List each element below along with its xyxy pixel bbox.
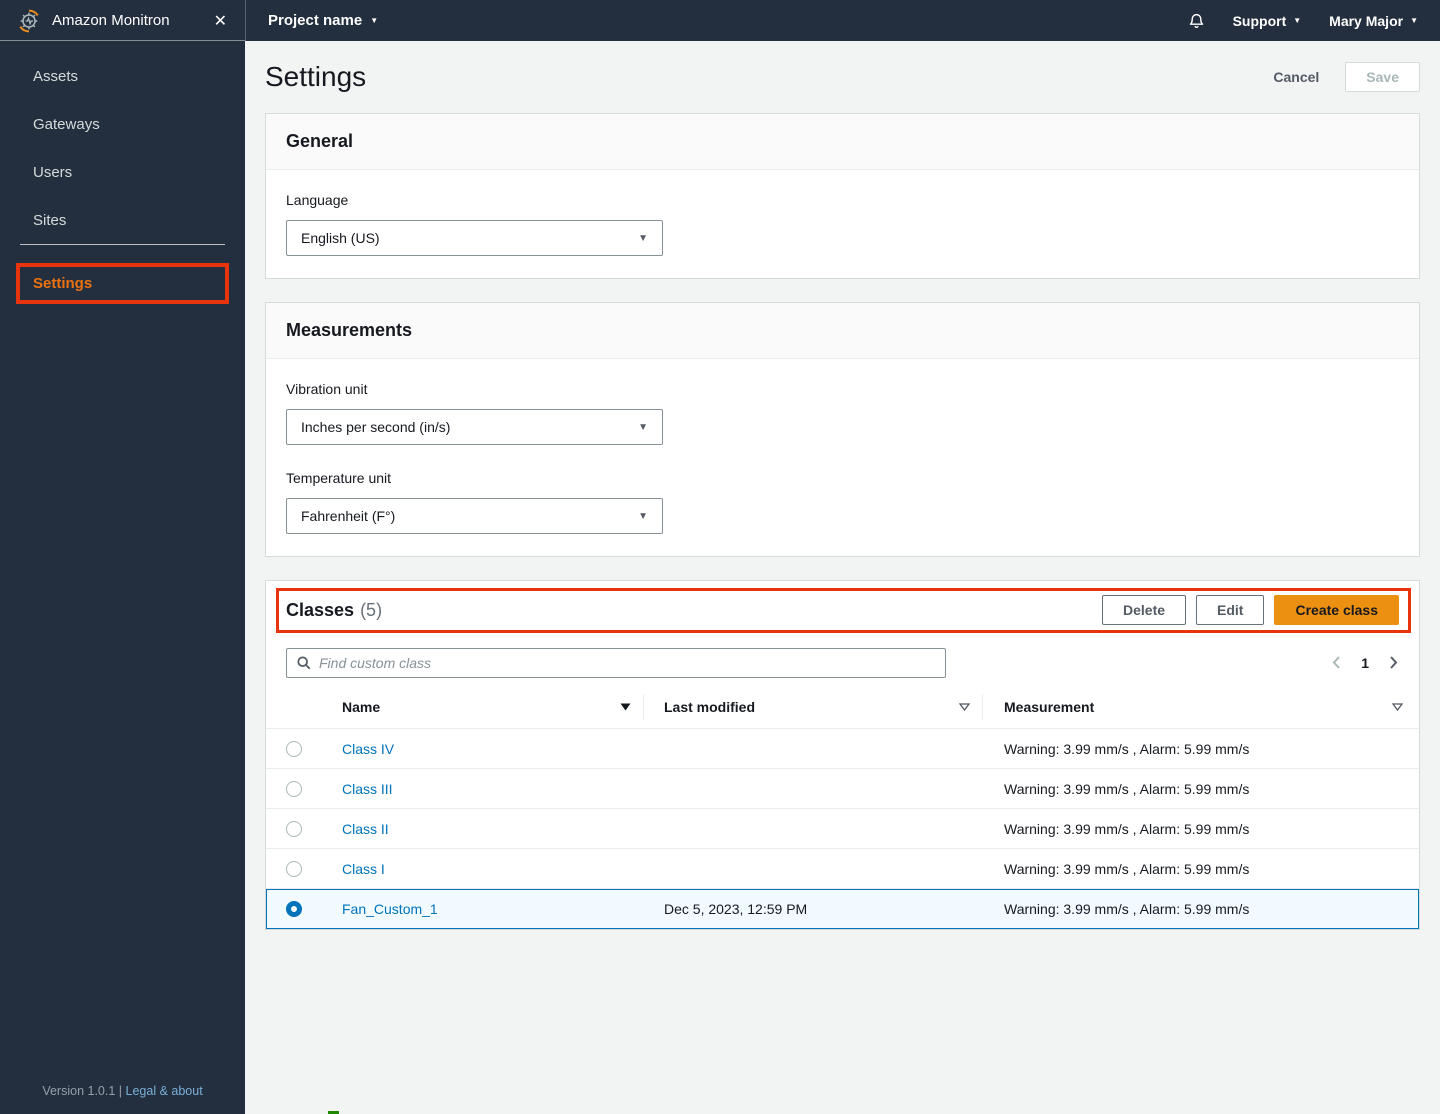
- chevron-down-icon: ▼: [1410, 15, 1418, 25]
- classes-table-body: Class IV Warning: 3.99 mm/s , Alarm: 5.9…: [266, 729, 1419, 929]
- user-menu[interactable]: Mary Major ▼: [1329, 13, 1418, 29]
- row-radio[interactable]: [285, 820, 302, 837]
- previous-page-icon[interactable]: [1331, 655, 1341, 670]
- row-measurement: Warning: 3.99 mm/s , Alarm: 5.99 mm/s: [1004, 820, 1250, 837]
- chevron-down-icon: ▼: [638, 510, 648, 522]
- table-row[interactable]: Class II Warning: 3.99 mm/s , Alarm: 5.9…: [266, 809, 1419, 849]
- class-search-field[interactable]: [286, 647, 946, 678]
- notifications-bell-icon[interactable]: [1188, 12, 1205, 30]
- temperature-unit-select[interactable]: Fahrenheit (F°) ▼: [286, 498, 663, 534]
- sidebar-item-gateways[interactable]: Gateways: [0, 100, 245, 148]
- classes-section: Classes (5) Delete Edit Create class Fin…: [265, 580, 1420, 930]
- table-row[interactable]: Fan_Custom_1 Dec 5, 2023, 12:59 PM Warni…: [266, 889, 1419, 929]
- table-row[interactable]: Class IV Warning: 3.99 mm/s , Alarm: 5.9…: [266, 729, 1419, 769]
- sidebar-item-label: Settings: [33, 275, 93, 292]
- next-page-icon[interactable]: [1389, 655, 1399, 670]
- sidebar-item-assets[interactable]: Assets: [0, 52, 245, 100]
- sidebar-item-label: Sites: [33, 211, 67, 229]
- amazon-monitron-logo-icon: [16, 8, 42, 34]
- sortable-icon: [959, 703, 970, 711]
- project-name-label: Project name: [268, 12, 363, 29]
- row-measurement: Warning: 3.99 mm/s , Alarm: 5.99 mm/s: [1004, 860, 1250, 877]
- temperature-unit-value: Fahrenheit (F°): [301, 508, 396, 524]
- sidebar-item-users[interactable]: Users: [0, 148, 245, 196]
- vibration-unit-select[interactable]: Inches per second (in/s) ▼: [286, 409, 663, 445]
- class-name-link[interactable]: Class II: [342, 821, 389, 837]
- measurements-section: Measurements Vibration unit Inches per s…: [265, 302, 1420, 557]
- row-measurement: Warning: 3.99 mm/s , Alarm: 5.99 mm/s: [1004, 740, 1250, 757]
- sidebar-footer: Version 1.0.1 | Legal & about: [42, 1084, 203, 1098]
- cancel-button[interactable]: Cancel: [1273, 69, 1319, 85]
- language-select-value: English (US): [301, 230, 380, 246]
- class-name-link[interactable]: Class I: [342, 861, 385, 877]
- row-measurement: Warning: 3.99 mm/s , Alarm: 5.99 mm/s: [1004, 901, 1250, 917]
- class-name-link[interactable]: Class III: [342, 781, 393, 797]
- support-menu[interactable]: Support ▼: [1233, 13, 1302, 29]
- classes-count-badge: (5): [360, 599, 383, 620]
- page-title: Settings: [265, 61, 367, 92]
- column-header-measurement[interactable]: Measurement: [983, 695, 1419, 719]
- language-label: Language: [286, 192, 349, 208]
- column-label: Last modified: [664, 699, 756, 715]
- create-class-button[interactable]: Create class: [1274, 595, 1399, 625]
- app-title: Amazon Monitron: [52, 12, 170, 29]
- sort-descending-icon: [620, 703, 631, 711]
- row-last-modified: Dec 5, 2023, 12:59 PM: [664, 901, 808, 917]
- column-header-last-modified[interactable]: Last modified: [644, 694, 983, 720]
- topbar-main: Project name ▼ Support ▼ Mary Major ▼: [245, 0, 1440, 41]
- temperature-unit-label: Temperature unit: [286, 470, 392, 486]
- table-header-row: Name Last modified Measurement: [266, 686, 1419, 729]
- measurements-section-title: Measurements: [286, 320, 413, 340]
- column-label: Measurement: [1004, 699, 1095, 715]
- table-row[interactable]: Class III Warning: 3.99 mm/s , Alarm: 5.…: [266, 769, 1419, 809]
- vibration-unit-label: Vibration unit: [286, 381, 368, 397]
- column-label: Name: [342, 699, 381, 715]
- vibration-unit-value: Inches per second (in/s): [301, 419, 451, 435]
- row-radio[interactable]: [285, 740, 302, 757]
- save-button[interactable]: Save: [1345, 62, 1420, 92]
- sidebar-divider: [20, 244, 225, 245]
- row-radio[interactable]: [285, 901, 302, 917]
- sidebar-header: Amazon Monitron ✕: [0, 0, 245, 41]
- classes-section-title: Classes: [286, 599, 355, 620]
- sidebar-item-sites[interactable]: Sites: [0, 196, 245, 244]
- main-content: Settings Cancel Save General Language En…: [245, 41, 1440, 1114]
- page-number[interactable]: 1: [1361, 655, 1369, 671]
- chevron-down-icon: ▼: [370, 15, 379, 25]
- row-measurement: Warning: 3.99 mm/s , Alarm: 5.99 mm/s: [1004, 780, 1250, 797]
- general-section: General Language English (US) ▼: [265, 113, 1420, 279]
- project-name-menu[interactable]: Project name ▼: [268, 12, 378, 29]
- row-radio[interactable]: [285, 860, 302, 877]
- chevron-down-icon: ▼: [638, 421, 648, 433]
- close-sidebar-icon[interactable]: ✕: [210, 11, 231, 31]
- sidebar-item-label: Users: [33, 163, 73, 181]
- sidebar-item-settings-active-annotated[interactable]: Settings: [16, 263, 229, 304]
- support-label: Support: [1232, 12, 1287, 29]
- class-name-link[interactable]: Fan_Custom_1: [342, 901, 438, 917]
- chevron-down-icon: ▼: [1293, 15, 1302, 25]
- search-icon: [297, 655, 311, 670]
- pagination: 1: [1331, 655, 1399, 671]
- legal-about-link[interactable]: Legal & about: [126, 1084, 203, 1098]
- column-header-name[interactable]: Name: [321, 694, 644, 720]
- language-select[interactable]: English (US) ▼: [286, 220, 663, 256]
- version-label: Version 1.0.1: [42, 1084, 116, 1098]
- general-section-title: General: [286, 131, 354, 151]
- class-name-link[interactable]: Class IV: [342, 741, 394, 757]
- sidebar: Assets Gateways Users Sites Settings Ver…: [0, 41, 245, 1114]
- row-radio[interactable]: [285, 780, 302, 797]
- delete-button[interactable]: Delete: [1102, 595, 1187, 625]
- edit-button[interactable]: Edit: [1196, 595, 1265, 625]
- sidebar-item-label: Assets: [33, 67, 79, 85]
- table-row[interactable]: Class I Warning: 3.99 mm/s , Alarm: 5.99…: [266, 849, 1419, 889]
- sidebar-item-label: Gateways: [33, 115, 100, 133]
- sortable-icon: [1392, 703, 1403, 711]
- search-input[interactable]: [319, 654, 935, 671]
- chevron-down-icon: ▼: [638, 232, 648, 244]
- top-navigation-bar: Amazon Monitron ✕ Project name ▼ Support…: [0, 0, 1440, 41]
- user-name-label: Mary Major: [1329, 12, 1404, 29]
